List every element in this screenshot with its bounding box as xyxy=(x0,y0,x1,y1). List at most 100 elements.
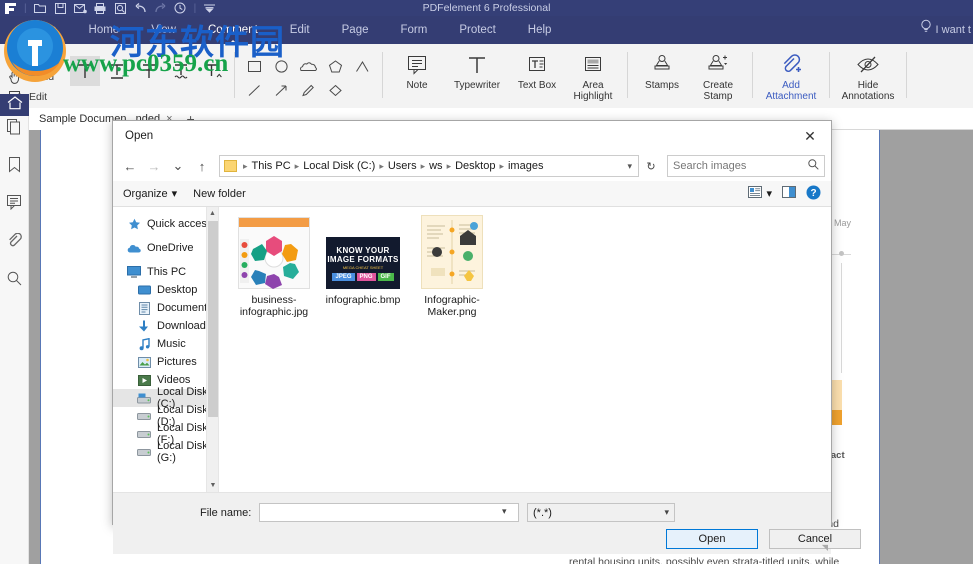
file-list-pane[interactable]: business-infographic.jpg KNOW YOUR IMAGE… xyxy=(219,207,831,492)
forward-button[interactable]: → xyxy=(143,155,165,177)
hand-tool[interactable]: Hand xyxy=(8,67,70,87)
nav-pane-scrollbar[interactable]: ▲ ▼ xyxy=(206,207,218,492)
menu-tab-form[interactable]: Form xyxy=(384,16,443,44)
nav-item-documents[interactable]: Documents xyxy=(113,299,218,317)
menu-tab-protect[interactable]: Protect xyxy=(443,16,511,44)
chevron-down-icon[interactable]: ▾ xyxy=(766,187,772,200)
breadcrumb[interactable]: ▸ This PC ▸ Local Disk (C:) ▸ Users ▸ ws… xyxy=(219,155,639,177)
open-button[interactable]: Open xyxy=(666,529,758,549)
line-shape[interactable] xyxy=(241,78,268,102)
menu-tab-view[interactable]: View xyxy=(135,16,192,44)
scroll-up-icon[interactable]: ▲ xyxy=(207,207,218,220)
nav-item-music[interactable]: Music xyxy=(113,335,218,353)
breadcrumb-item-ws[interactable]: ws xyxy=(429,160,442,172)
file-item[interactable]: Infographic-Maker.png xyxy=(405,215,499,318)
open-dialog[interactable]: Open ✕ ← → ⌄ ↑ ▸ This PC ▸ Local Disk (C… xyxy=(112,120,832,525)
resize-grip-icon[interactable]: ◥ xyxy=(822,543,828,552)
nav-item-downloads[interactable]: Downloads xyxy=(113,317,218,335)
menu-tab-file[interactable]: File xyxy=(0,16,73,44)
breadcrumb-item-images[interactable]: images xyxy=(508,160,543,172)
i-want-to-button[interactable]: I want t xyxy=(920,16,971,44)
menu-tab-page[interactable]: Page xyxy=(326,16,385,44)
qat-more-icon[interactable] xyxy=(203,2,216,15)
cancel-button[interactable]: Cancel xyxy=(769,529,861,549)
svg-text:?: ? xyxy=(810,188,816,199)
file-name-label: Infographic-Maker.png xyxy=(405,294,499,318)
nav-item-onedrive[interactable]: OneDrive xyxy=(113,239,218,257)
breadcrumb-item-desktop[interactable]: Desktop xyxy=(455,160,495,172)
file-name-input[interactable] xyxy=(259,503,519,522)
select-tool-label: Select xyxy=(29,51,58,63)
nav-item-pictures[interactable]: Pictures xyxy=(113,353,218,371)
breadcrumb-item-this-pc[interactable]: This PC xyxy=(252,160,291,172)
nav-item-label: Downloads xyxy=(157,320,211,332)
open-icon[interactable] xyxy=(34,2,47,15)
breadcrumb-item-local-disk-c[interactable]: Local Disk (C:) xyxy=(303,160,375,172)
hide-annotations-button[interactable]: Hide Annotations xyxy=(836,44,900,102)
history-icon[interactable] xyxy=(174,2,187,15)
squiggly-text-tool[interactable] xyxy=(166,56,196,86)
create-stamp-button[interactable]: Create Stamp xyxy=(690,44,746,102)
save-icon[interactable] xyxy=(54,2,67,15)
view-layout-button[interactable]: ▾ xyxy=(748,186,772,201)
underline-text-tool[interactable] xyxy=(102,56,132,86)
typewriter-button[interactable]: Typewriter xyxy=(445,44,509,91)
stamps-button[interactable]: Stamps xyxy=(634,44,690,91)
polygon-shape[interactable] xyxy=(322,54,349,78)
highlight-text-tool[interactable] xyxy=(70,56,100,86)
organize-button[interactable]: Organize ▾ xyxy=(123,187,177,200)
preview-pane-button[interactable] xyxy=(782,186,796,201)
select-tool[interactable]: Select xyxy=(8,47,70,67)
sidebar-comment-button[interactable] xyxy=(0,186,29,224)
scrollbar-thumb[interactable] xyxy=(208,221,218,417)
recent-locations-button[interactable]: ⌄ xyxy=(167,155,189,177)
add-attachment-button[interactable]: Add Attachment xyxy=(759,44,823,102)
file-item[interactable]: business-infographic.jpg xyxy=(227,215,321,318)
print-icon[interactable] xyxy=(94,2,107,15)
note-button[interactable]: Note xyxy=(389,44,445,91)
chevron-down-icon[interactable]: ▾ xyxy=(627,161,634,172)
redo-icon[interactable] xyxy=(154,2,167,15)
new-folder-button[interactable]: New folder xyxy=(193,188,246,200)
logo-icon[interactable] xyxy=(4,2,17,15)
sidebar-attachment-button[interactable] xyxy=(0,224,29,262)
eraser-shape[interactable] xyxy=(322,78,349,102)
sidebar-search-button[interactable] xyxy=(0,262,29,300)
file-item[interactable]: KNOW YOUR IMAGE FORMATS MEGA CHEAT SHEET… xyxy=(316,215,410,306)
up-one-level-button[interactable]: ↑ xyxy=(191,155,213,177)
open-polygon-shape[interactable] xyxy=(349,54,376,78)
nav-item-desktop[interactable]: Desktop xyxy=(113,281,218,299)
sidebar-home-button[interactable] xyxy=(0,94,29,116)
help-button[interactable]: ? xyxy=(806,185,821,203)
caret-text-tool[interactable] xyxy=(198,56,228,86)
menu-tab-home[interactable]: Home xyxy=(73,16,136,44)
search-input[interactable]: Search images xyxy=(667,155,825,177)
breadcrumb-item-users[interactable]: Users xyxy=(388,160,417,172)
email-icon[interactable] xyxy=(74,2,87,15)
refresh-button[interactable]: ↻ xyxy=(641,155,661,177)
strikethrough-text-tool[interactable] xyxy=(134,56,164,86)
ellipse-shape[interactable] xyxy=(268,54,295,78)
music-icon xyxy=(137,337,151,351)
nav-item-quick-access[interactable]: Quick access xyxy=(113,215,218,233)
text-box-button[interactable]: Text Box xyxy=(509,44,565,91)
scroll-down-icon[interactable]: ▼ xyxy=(207,479,219,492)
nav-item-this-pc[interactable]: This PC xyxy=(113,263,218,281)
menu-tab-edit[interactable]: Edit xyxy=(274,16,326,44)
menu-tab-comment[interactable]: Comment xyxy=(192,16,274,44)
nav-item-local-disk-g[interactable]: Local Disk (G:) xyxy=(113,443,218,461)
close-icon[interactable]: ✕ xyxy=(789,121,831,151)
chevron-down-icon[interactable]: ▾ xyxy=(502,506,507,517)
rectangle-shape[interactable] xyxy=(241,54,268,78)
cloud-shape[interactable] xyxy=(295,54,322,78)
pencil-shape[interactable] xyxy=(295,78,322,102)
area-highlight-button[interactable]: Area Highlight xyxy=(565,44,621,102)
preview-icon[interactable] xyxy=(114,2,127,15)
breadcrumb-sep-1: ▸ xyxy=(294,161,301,172)
sidebar-bookmark-button[interactable] xyxy=(0,148,29,186)
back-button[interactable]: ← xyxy=(119,155,141,177)
undo-icon[interactable] xyxy=(134,2,147,15)
menu-tab-help[interactable]: Help xyxy=(512,16,568,44)
arrow-shape[interactable] xyxy=(268,78,295,102)
file-type-filter-select[interactable]: (*.*) ▾ xyxy=(527,503,675,522)
